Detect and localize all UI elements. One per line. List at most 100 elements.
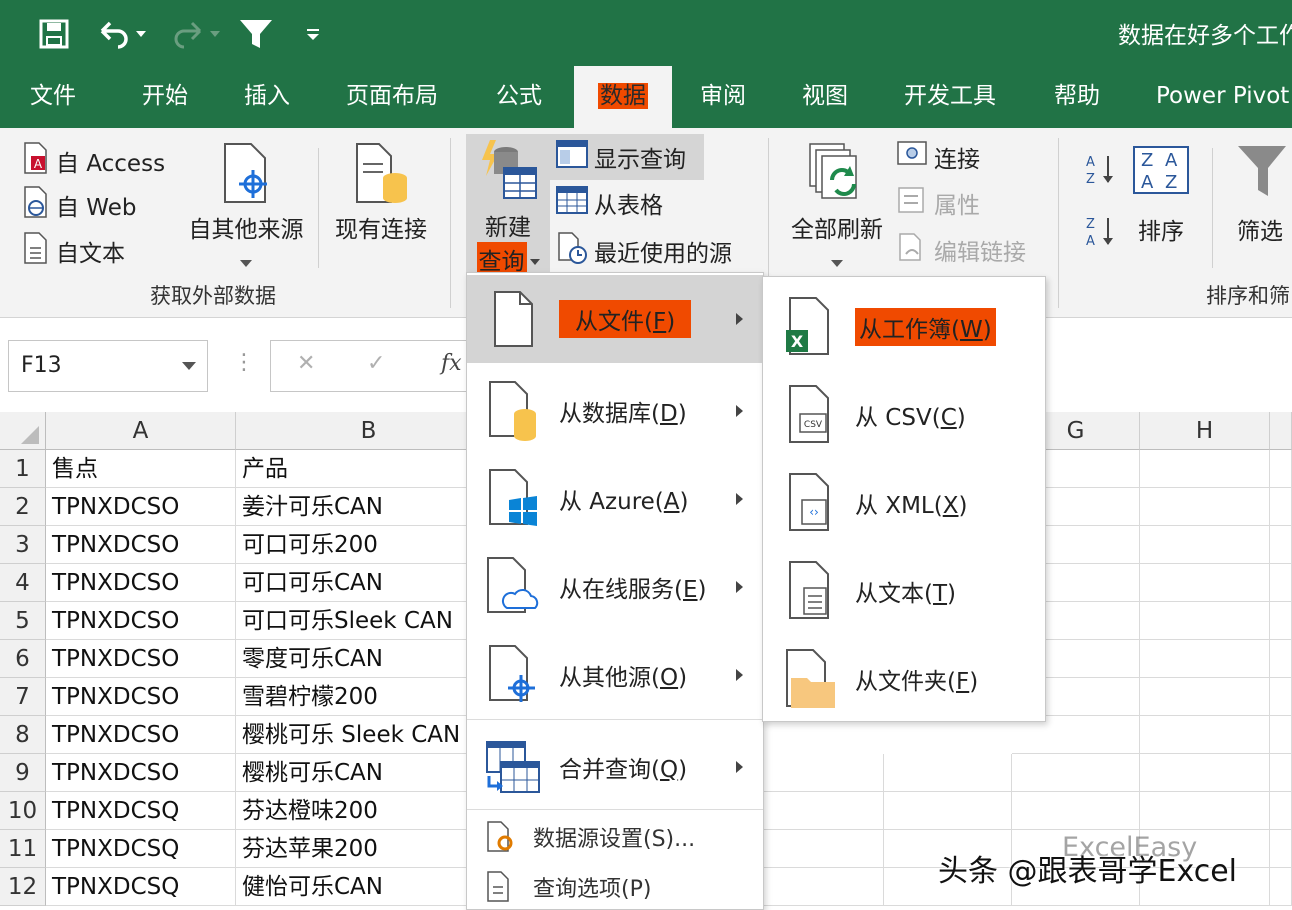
empty-cell[interactable] <box>1270 716 1292 754</box>
empty-cell[interactable] <box>1270 678 1292 716</box>
menu-item-from-azure[interactable]: 从 Azure(A) <box>467 455 763 543</box>
existing-connections-button[interactable]: 现有连接 <box>330 142 432 244</box>
tab-page-layout[interactable]: 页面布局 <box>346 66 438 128</box>
row-header[interactable]: 1 <box>0 450 46 488</box>
cell-product[interactable]: 可口可乐200 <box>236 526 502 564</box>
name-box-dropdown-icon[interactable] <box>182 362 196 370</box>
row-header[interactable]: 6 <box>0 640 46 678</box>
from-web-button[interactable]: 自 Web <box>22 186 136 224</box>
menu-item-from-workbook[interactable]: X 从工作簿(W) <box>763 283 1045 371</box>
menu-item-from-text[interactable]: 从文本(T) <box>763 547 1045 635</box>
recent-sources-button[interactable]: 最近使用的源 <box>556 232 732 270</box>
row-header[interactable]: 9 <box>0 754 46 792</box>
empty-cell[interactable] <box>764 868 884 906</box>
empty-cell[interactable] <box>1140 602 1270 640</box>
menu-item-from-csv[interactable]: CSV 从 CSV(C) <box>763 371 1045 459</box>
row-header[interactable]: 10 <box>0 792 46 830</box>
tab-formulas[interactable]: 公式 <box>496 66 542 128</box>
from-access-button[interactable]: A 自 Access <box>22 142 165 180</box>
cell-sales-point[interactable]: TPNXDCSO <box>46 602 236 640</box>
tab-file[interactable]: 文件 <box>30 66 76 128</box>
show-queries-button[interactable]: 显示查询 <box>556 140 686 174</box>
empty-cell[interactable] <box>884 792 1012 830</box>
cell-product[interactable]: 健怡可乐CAN <box>236 868 502 906</box>
tab-help[interactable]: 帮助 <box>1054 66 1100 128</box>
from-text-button[interactable]: 自文本 <box>22 232 125 270</box>
menu-item-from-xml[interactable]: ‹› 从 XML(X) <box>763 459 1045 547</box>
menu-item-data-source-settings[interactable]: 数据源设置(S)... <box>467 813 763 861</box>
new-query-button[interactable]: 新建 查询 <box>466 138 550 276</box>
cell-sales-point[interactable]: TPNXDCSO <box>46 754 236 792</box>
connections-button[interactable]: 连接 <box>896 140 980 174</box>
empty-cell[interactable] <box>1012 754 1140 792</box>
sort-ascending-button[interactable]: AZ <box>1084 152 1116 192</box>
row-header[interactable]: 7 <box>0 678 46 716</box>
cell-product[interactable]: 雪碧柠檬200 <box>236 678 502 716</box>
menu-item-query-options[interactable]: 查询选项(P) <box>467 863 763 910</box>
properties-button[interactable]: 属性 <box>896 186 980 220</box>
cell-product[interactable]: 可口可乐CAN <box>236 564 502 602</box>
tab-view[interactable]: 视图 <box>802 66 848 128</box>
name-box[interactable]: F13 <box>8 340 208 392</box>
menu-item-from-other-sources[interactable]: 从其他源(O) <box>467 631 763 719</box>
tab-home[interactable]: 开始 <box>142 66 188 128</box>
cell-sales-point[interactable]: TPNXDCSO <box>46 640 236 678</box>
cancel-icon[interactable]: ✕ <box>297 351 315 376</box>
cell-sales-point[interactable]: TPNXDCSO <box>46 716 236 754</box>
tab-data[interactable]: 数据 <box>574 66 672 128</box>
save-icon[interactable] <box>36 14 72 54</box>
row-header[interactable]: 12 <box>0 868 46 906</box>
cell-product[interactable]: 产品 <box>236 450 502 488</box>
undo-icon[interactable] <box>94 14 150 54</box>
from-other-sources-button[interactable]: 自其他来源 <box>184 142 308 274</box>
empty-cell[interactable] <box>764 754 884 792</box>
cell-sales-point[interactable]: TPNXDCSO <box>46 678 236 716</box>
cell-product[interactable]: 樱桃可乐CAN <box>236 754 502 792</box>
empty-cell[interactable] <box>1270 868 1292 906</box>
empty-cell[interactable] <box>1270 602 1292 640</box>
cell-product[interactable]: 樱桃可乐 Sleek CAN <box>236 716 502 754</box>
menu-item-from-online-services[interactable]: 从在线服务(E) <box>467 543 763 631</box>
tab-review[interactable]: 审阅 <box>700 66 746 128</box>
tab-developer[interactable]: 开发工具 <box>904 66 996 128</box>
cell-product[interactable]: 芬达苹果200 <box>236 830 502 868</box>
empty-cell[interactable] <box>1270 450 1292 488</box>
cell-sales-point[interactable]: TPNXDCSO <box>46 526 236 564</box>
row-header[interactable]: 8 <box>0 716 46 754</box>
empty-cell[interactable] <box>1270 526 1292 564</box>
column-header-b[interactable]: B <box>236 412 502 450</box>
filter-button[interactable]: 筛选 <box>1230 142 1290 246</box>
empty-cell[interactable] <box>764 792 884 830</box>
empty-cell[interactable] <box>1140 754 1270 792</box>
empty-cell[interactable] <box>1270 488 1292 526</box>
redo-icon[interactable] <box>168 14 224 54</box>
menu-item-from-folder[interactable]: 从文件夹(F) <box>763 635 1045 723</box>
cell-sales-point[interactable]: TPNXDCSO <box>46 564 236 602</box>
select-all-corner[interactable] <box>0 412 46 450</box>
menu-item-from-file[interactable]: 从文件(F) <box>467 275 763 363</box>
menu-item-combine-queries[interactable]: 合并查询(Q) <box>467 723 763 811</box>
cell-sales-point[interactable]: 售点 <box>46 450 236 488</box>
cell-sales-point[interactable]: TPNXDCSQ <box>46 830 236 868</box>
sort-button[interactable]: ZAAZ 排序 <box>1128 144 1194 246</box>
column-header-i[interactable] <box>1270 412 1292 450</box>
cell-product[interactable]: 可口可乐Sleek CAN <box>236 602 502 640</box>
insert-function-icon[interactable]: fx <box>441 351 462 376</box>
cell-product[interactable]: 姜汁可乐CAN <box>236 488 502 526</box>
empty-cell[interactable] <box>1270 830 1292 868</box>
empty-cell[interactable] <box>884 754 1012 792</box>
enter-icon[interactable]: ✓ <box>367 351 385 376</box>
empty-cell[interactable] <box>1140 716 1270 754</box>
empty-cell[interactable] <box>1140 792 1270 830</box>
cell-sales-point[interactable]: TPNXDCSQ <box>46 792 236 830</box>
sort-descending-button[interactable]: ZA <box>1084 214 1116 254</box>
row-header[interactable]: 5 <box>0 602 46 640</box>
empty-cell[interactable] <box>1140 526 1270 564</box>
column-header-h[interactable]: H <box>1140 412 1270 450</box>
empty-cell[interactable] <box>1270 754 1292 792</box>
edit-links-button[interactable]: 编辑链接 <box>896 232 1026 268</box>
column-header-a[interactable]: A <box>46 412 236 450</box>
empty-cell[interactable] <box>1140 640 1270 678</box>
row-header[interactable]: 11 <box>0 830 46 868</box>
customize-toolbar-icon[interactable] <box>304 14 322 54</box>
